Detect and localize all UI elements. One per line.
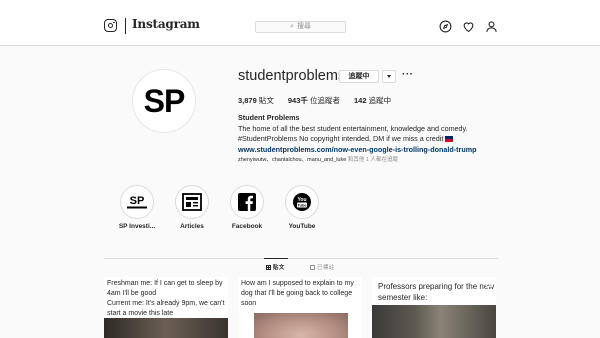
- post-thumbnail[interactable]: Freshman me: If I can get to sleep by 4a…: [104, 277, 228, 338]
- profile-username: studentproblems: [238, 68, 346, 84]
- following-button[interactable]: 追蹤中: [339, 70, 379, 83]
- posts-count-stat: 3,879 貼文: [238, 96, 274, 105]
- highlight-ring: [230, 185, 264, 219]
- highlight-ring: SP: [120, 185, 154, 219]
- bio-website-link[interactable]: www.studentproblems.com/now-even-google-…: [238, 145, 477, 156]
- instagram-glyph-icon[interactable]: [104, 19, 117, 32]
- post-photo: [254, 313, 348, 338]
- album-icon: [486, 281, 492, 287]
- active-tab-indicator: [264, 258, 288, 259]
- highlight-facebook[interactable]: Facebook: [222, 185, 272, 230]
- instagram-wordmark[interactable]: Instagram: [132, 17, 200, 31]
- post-caption-text: Freshman me: If I can get to sleep by 4a…: [107, 280, 225, 317]
- post-thumbnail[interactable]: How am I supposed to explain to my dog t…: [238, 277, 362, 338]
- search-icon: ⌕: [290, 23, 294, 30]
- post-photo: [372, 305, 496, 338]
- highlight-sp-investigates[interactable]: SP SP Investi...: [112, 185, 162, 230]
- user-icon[interactable]: [485, 20, 498, 33]
- newspaper-icon: [182, 193, 202, 211]
- sp-investigates-icon: SP: [127, 195, 147, 209]
- youtube-icon: You Tube: [293, 193, 311, 211]
- svg-text:Tube: Tube: [297, 203, 307, 208]
- svg-text:SP: SP: [130, 195, 145, 207]
- highlight-label: SP Investi...: [118, 223, 156, 230]
- bio-line-2: #StudentProblems No copyright intended, …: [238, 134, 477, 145]
- suggestions-dropdown-button[interactable]: [382, 70, 396, 83]
- post-caption-text: How am I supposed to explain to my dog t…: [241, 280, 354, 307]
- highlight-label: YouTube: [288, 223, 316, 230]
- followed-by-text[interactable]: zhenyiwutw、chantalchou、manu_and_luke 和其他…: [238, 155, 398, 163]
- highlight-articles[interactable]: Articles: [167, 185, 217, 230]
- post-thumbnail[interactable]: Professors preparing for the new semeste…: [372, 277, 496, 338]
- profile-avatar[interactable]: SP: [132, 69, 196, 133]
- highlight-label: Facebook: [231, 223, 263, 230]
- highlight-ring: [175, 185, 209, 219]
- following-stat[interactable]: 142 追蹤中: [354, 95, 391, 106]
- post-caption-text: Professors preparing for the new semeste…: [378, 282, 495, 302]
- logo-separator: [125, 18, 126, 34]
- facebook-icon: [238, 193, 256, 211]
- search-placeholder: 搜尋: [296, 23, 311, 30]
- more-options-button[interactable]: ···: [402, 69, 414, 80]
- top-navbar: Instagram ⌕ 搜尋: [0, 0, 600, 46]
- search-input[interactable]: ⌕ 搜尋: [255, 21, 346, 33]
- flag-emoji-icon: [445, 136, 454, 143]
- tag-icon: [310, 264, 315, 270]
- profile-stats: 3,879 貼文 943千 位追蹤者 142 追蹤中: [238, 95, 391, 106]
- tab-posts[interactable]: 貼文: [266, 263, 285, 271]
- followers-stat[interactable]: 943千 位追蹤者: [288, 95, 340, 106]
- compass-icon[interactable]: [439, 20, 452, 33]
- highlight-label: Articles: [180, 223, 204, 230]
- tab-tagged[interactable]: 已標註: [310, 263, 335, 271]
- profile-bio: Student Problems The home of all the bes…: [238, 113, 477, 155]
- bio-full-name: Student Problems: [238, 113, 300, 122]
- bio-line-1: The home of all the best student enterta…: [238, 123, 468, 133]
- highlight-ring: You Tube: [285, 185, 319, 219]
- tabs-divider: [104, 258, 498, 259]
- post-photo: [104, 318, 228, 338]
- highlight-youtube[interactable]: You Tube YouTube: [277, 185, 327, 230]
- heart-icon[interactable]: [462, 20, 475, 33]
- grid-icon: [266, 264, 271, 270]
